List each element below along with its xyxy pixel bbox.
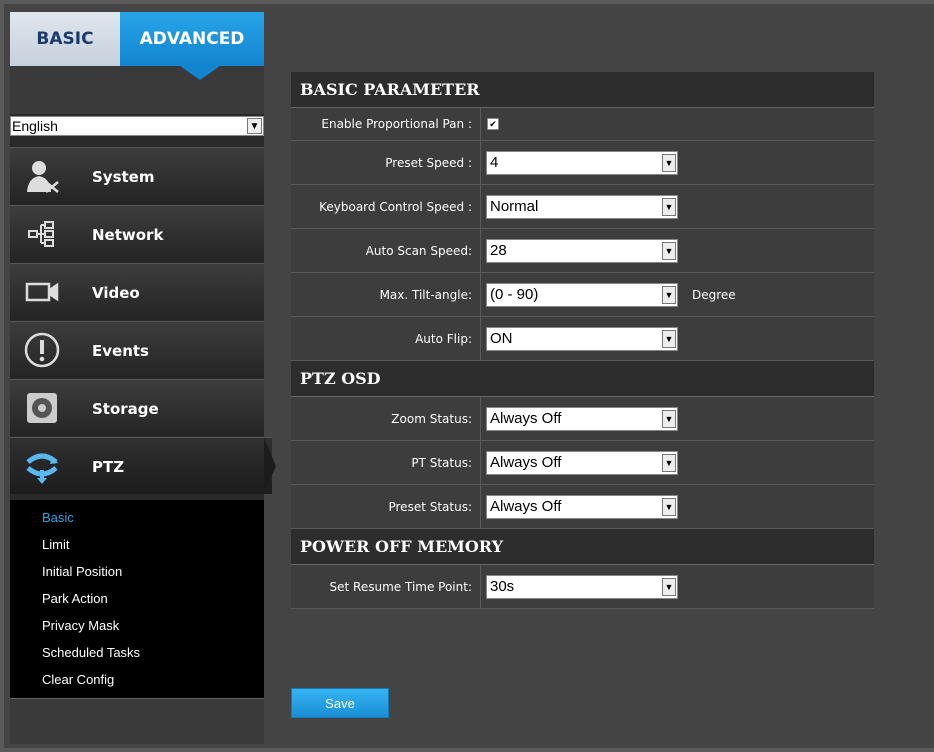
field-label: Max. Tilt-angle:	[291, 273, 481, 316]
sidebar-item-label: Network	[92, 225, 164, 244]
sidebar-item-label: System	[92, 167, 155, 186]
field-label: Keyboard Control Speed :	[291, 185, 481, 228]
preset-status-select[interactable]: Always Off ▼	[486, 494, 678, 519]
chevron-down-icon[interactable]: ▼	[662, 241, 676, 260]
select-value: (0 - 90)	[490, 286, 539, 303]
field-label: Set Resume Time Point:	[291, 565, 481, 608]
ptz-icon	[24, 448, 60, 484]
select-value: ON	[490, 330, 513, 347]
field-label: Zoom Status:	[291, 397, 481, 440]
row-preset-speed: Preset Speed : 4 ▼	[291, 141, 874, 185]
chevron-down-icon[interactable]: ▼	[662, 497, 676, 516]
field-label: Preset Status:	[291, 485, 481, 528]
tab-basic[interactable]: BASIC	[10, 12, 120, 66]
auto-flip-select[interactable]: ON ▼	[486, 326, 678, 351]
submenu-basic[interactable]: Basic	[42, 510, 74, 525]
field-label: Preset Speed :	[291, 141, 481, 184]
proportional-pan-checkbox[interactable]: ✔	[487, 118, 499, 130]
submenu-initial-position[interactable]: Initial Position	[42, 564, 122, 579]
chevron-down-icon[interactable]: ▼	[662, 285, 676, 304]
sidebar-item-video[interactable]: Video	[10, 263, 264, 320]
chevron-down-icon[interactable]: ▼	[662, 577, 676, 596]
active-item-arrow	[264, 438, 276, 494]
select-value: Always Off	[490, 454, 562, 471]
auto-scan-speed-select[interactable]: 28 ▼	[486, 238, 678, 263]
preset-speed-select[interactable]: 4 ▼	[486, 150, 678, 175]
active-tab-pointer	[180, 66, 220, 80]
language-value: English	[12, 118, 58, 134]
alert-icon	[24, 332, 60, 368]
submenu-scheduled-tasks[interactable]: Scheduled Tasks	[42, 645, 140, 660]
select-value: Always Off	[490, 410, 562, 427]
user-tools-icon	[24, 158, 60, 194]
select-value: 4	[490, 154, 499, 171]
field-label: PT Status:	[291, 441, 481, 484]
video-camera-icon	[24, 274, 60, 310]
row-preset-status: Preset Status: Always Off ▼	[291, 485, 874, 529]
sidebar-item-ptz[interactable]: PTZ	[10, 437, 276, 494]
pt-status-select[interactable]: Always Off ▼	[486, 450, 678, 475]
select-value: 30s	[490, 578, 515, 595]
zoom-status-select[interactable]: Always Off ▼	[486, 406, 678, 431]
field-label: Enable Proportional Pan :	[291, 108, 481, 140]
row-resume-time-point: Set Resume Time Point: 30s ▼	[291, 565, 874, 609]
resume-time-select[interactable]: 30s ▼	[486, 574, 678, 599]
language-select[interactable]: English ▼	[10, 116, 264, 136]
chevron-down-icon[interactable]: ▼	[662, 453, 676, 472]
sidebar-item-label: Video	[92, 283, 140, 302]
save-button[interactable]: Save	[291, 688, 389, 718]
chevron-down-icon[interactable]: ▼	[662, 409, 676, 428]
sidebar-item-label: Storage	[92, 399, 159, 418]
row-auto-flip: Auto Flip: ON ▼	[291, 317, 874, 361]
sidebar: BASIC ADVANCED English ▼ System Network …	[10, 12, 276, 744]
row-zoom-status: Zoom Status: Always Off ▼	[291, 397, 874, 441]
network-icon	[24, 216, 60, 252]
row-auto-scan-speed: Auto Scan Speed: 28 ▼	[291, 229, 874, 273]
chevron-down-icon[interactable]: ▼	[662, 329, 676, 348]
chevron-down-icon[interactable]: ▼	[247, 118, 262, 134]
field-label: Auto Flip:	[291, 317, 481, 360]
submenu-clear-config[interactable]: Clear Config	[42, 672, 114, 687]
mode-tabs: BASIC ADVANCED	[10, 12, 264, 66]
submenu-limit[interactable]: Limit	[42, 537, 69, 552]
sidebar-footer	[10, 698, 264, 744]
submenu-privacy-mask[interactable]: Privacy Mask	[42, 618, 119, 633]
ptz-submenu: Basic Limit Initial Position Park Action…	[10, 500, 264, 698]
chevron-down-icon[interactable]: ▼	[662, 197, 676, 216]
sidebar-item-label: Events	[92, 341, 149, 360]
select-value: 28	[490, 242, 507, 259]
row-enable-proportional-pan: Enable Proportional Pan : ✔	[291, 108, 874, 141]
sidebar-item-storage[interactable]: Storage	[10, 379, 264, 436]
unit-label: Degree	[692, 287, 736, 302]
row-pt-status: PT Status: Always Off ▼	[291, 441, 874, 485]
chevron-down-icon[interactable]: ▼	[662, 153, 676, 172]
settings-panel: BASIC PARAMETER Enable Proportional Pan …	[291, 72, 874, 609]
section-ptz-osd-title: PTZ OSD	[291, 361, 874, 397]
row-max-tilt-angle: Max. Tilt-angle: (0 - 90) ▼ Degree	[291, 273, 874, 317]
sidebar-item-network[interactable]: Network	[10, 205, 264, 262]
select-value: Normal	[490, 198, 539, 215]
sidebar-item-label: PTZ	[92, 457, 125, 476]
keyboard-speed-select[interactable]: Normal ▼	[486, 194, 678, 219]
field-label: Auto Scan Speed:	[291, 229, 481, 272]
sidebar-spacer	[10, 66, 264, 114]
section-basic-parameter-title: BASIC PARAMETER	[291, 72, 874, 108]
sidebar-item-system[interactable]: System	[10, 147, 264, 204]
row-keyboard-control-speed: Keyboard Control Speed : Normal ▼	[291, 185, 874, 229]
select-value: Always Off	[490, 498, 562, 515]
max-tilt-angle-select[interactable]: (0 - 90) ▼	[486, 282, 678, 307]
section-power-off-memory-title: POWER OFF MEMORY	[291, 529, 874, 565]
storage-disk-icon	[24, 390, 60, 426]
tab-advanced[interactable]: ADVANCED	[120, 12, 264, 66]
sidebar-item-events[interactable]: Events	[10, 321, 264, 378]
submenu-park-action[interactable]: Park Action	[42, 591, 108, 606]
